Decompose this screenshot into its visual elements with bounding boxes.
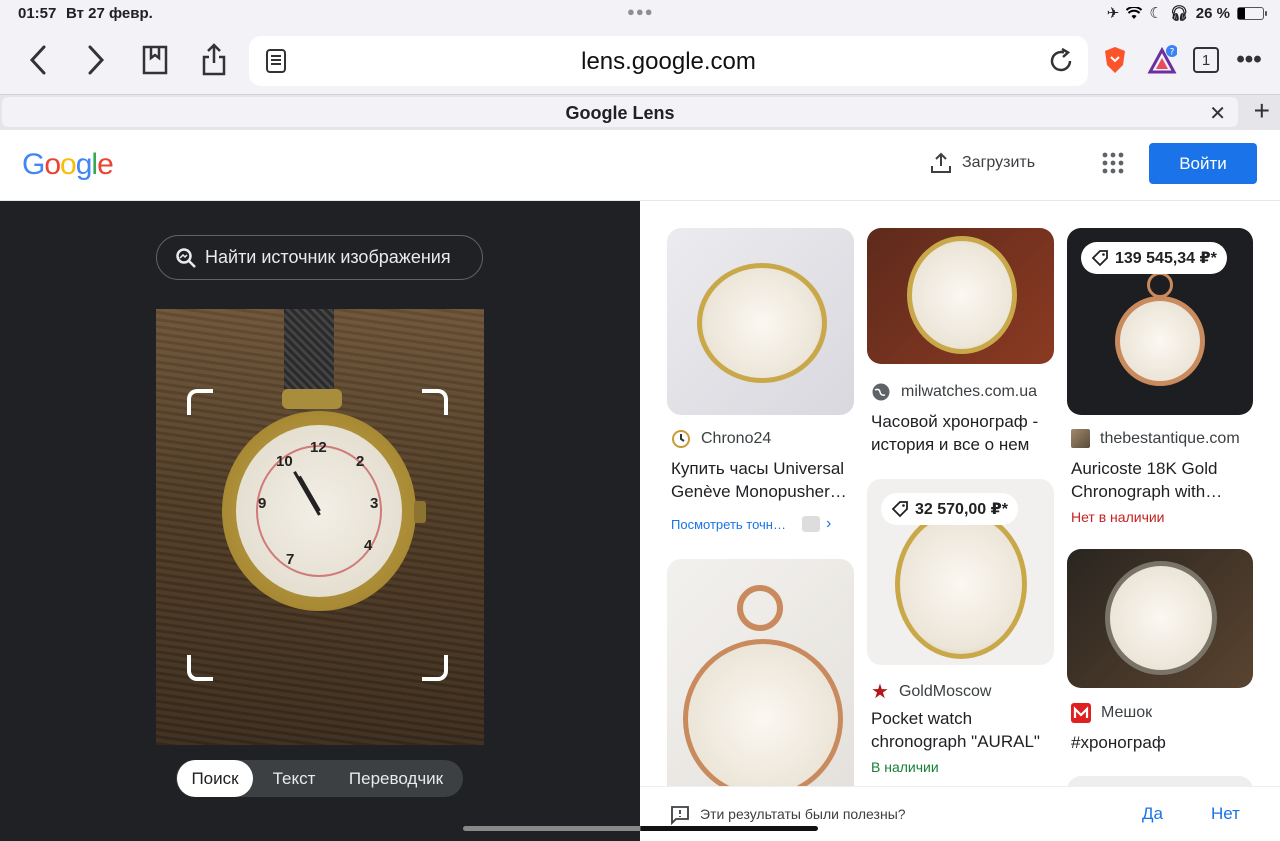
result-5-source-label: Мешок [1101, 704, 1153, 721]
result-3-price-badge: 139 545,34 ₽* [1081, 242, 1227, 274]
price-tag-icon [1091, 250, 1108, 267]
tab-bar: Google Lens ✕ + [0, 94, 1280, 130]
address-bar[interactable]: lens.google.com [249, 36, 1088, 86]
airplane-icon: ✈ [1106, 5, 1120, 22]
crop-handle-bottom-right[interactable] [422, 655, 448, 681]
result-3-price: 139 545,34 ₽* [1115, 250, 1217, 267]
multitasking-dots-icon[interactable]: ●●● [627, 4, 654, 19]
result-image-7[interactable] [1067, 776, 1253, 786]
reload-icon[interactable] [1048, 47, 1074, 79]
upload-icon [931, 152, 951, 173]
site-favicon-icon [1071, 429, 1090, 448]
result-3-stock-status: Нет в наличии [1071, 509, 1165, 525]
lens-mode-switcher: Поиск Текст Переводчик [176, 760, 463, 797]
result-4-source-label: GoldMoscow [898, 682, 992, 700]
result-image-4[interactable]: 32 570,00 ₽* [867, 479, 1054, 665]
result-image-1[interactable] [667, 228, 854, 415]
svg-text:?: ? [1170, 48, 1175, 58]
sign-in-button[interactable]: Войти [1149, 143, 1257, 184]
chevron-right-icon: › [825, 515, 832, 532]
crop-handle-top-left[interactable] [187, 389, 213, 415]
result-1-source[interactable]: Chrono24 [671, 429, 771, 449]
feedback-no-button[interactable]: Нет [1211, 804, 1240, 824]
home-indicator[interactable] [463, 826, 818, 831]
wifi-icon [1126, 6, 1143, 19]
google-logo[interactable]: Google [22, 148, 114, 182]
mode-text[interactable]: Текст [253, 760, 335, 797]
feedback-bar: Эти результаты были полезны? Да Нет [640, 786, 1280, 841]
visual-matches-panel: Chrono24 Купить часы Universal Genève Mo… [640, 201, 1280, 786]
result-4-stock-status: В наличии [871, 759, 939, 775]
globe-icon [872, 383, 890, 401]
result-1-link-label: Посмотреть точн… [671, 516, 786, 532]
bookmarks-icon[interactable] [137, 42, 173, 78]
result-4-title[interactable]: Pocket watch chronograph "AURAL" [871, 707, 1053, 753]
url-text: lens.google.com [581, 48, 756, 75]
moon-icon: ☾ [1149, 5, 1163, 22]
tab-google-lens[interactable]: Google Lens ✕ [2, 97, 1238, 127]
result-4-source[interactable]: ★ GoldMoscow [871, 679, 991, 704]
result-1-title[interactable]: Купить часы Universal Genève Monopusher… [671, 457, 853, 503]
watch-case: 12 10 2 9 3 4 7 [222, 411, 416, 611]
feedback-yes-button[interactable]: Да [1142, 804, 1163, 824]
result-5-title[interactable]: #хронограф [1071, 731, 1253, 754]
tabs-overview-button[interactable]: 1 [1188, 42, 1224, 78]
status-date: Вт 27 февр. [66, 5, 153, 22]
result-image-2[interactable] [867, 228, 1054, 364]
result-3-source[interactable]: thebestantique.com [1071, 429, 1240, 448]
result-1-source-label: Chrono24 [701, 430, 772, 447]
result-4-price: 32 570,00 ₽* [915, 501, 1008, 518]
new-tab-icon[interactable]: + [1254, 95, 1270, 127]
chrono24-icon [672, 430, 690, 448]
find-image-source-button[interactable]: Найти источник изображения [156, 235, 483, 280]
back-icon[interactable] [20, 42, 56, 78]
tab-title: Google Lens [565, 103, 675, 123]
result-2-source-label: milwatches.com.ua [901, 383, 1038, 400]
result-3-source-label: thebestantique.com [1100, 429, 1240, 447]
rewards-icon[interactable]: ? [1144, 42, 1180, 78]
watch-dial: 12 10 2 9 3 4 7 [236, 425, 402, 597]
more-icon[interactable]: ••• [1231, 42, 1267, 78]
price-tag-icon [891, 501, 908, 518]
share-icon[interactable] [196, 42, 232, 78]
crop-handle-top-right[interactable] [422, 389, 448, 415]
battery-percent: 26 % [1195, 4, 1230, 22]
result-image-6[interactable] [667, 559, 854, 786]
forward-icon[interactable] [78, 42, 114, 78]
result-2-title[interactable]: Часовой хронограф - история и все о нем [871, 410, 1053, 456]
apps-grid-icon[interactable] [1102, 152, 1124, 179]
upload-label: Загрузить [962, 154, 1036, 171]
brave-shield-icon[interactable] [1097, 42, 1133, 78]
browser-toolbar: lens.google.com ? 1 ••• [0, 28, 1280, 94]
meshok-logo-icon [1071, 703, 1091, 723]
result-4-price-badge: 32 570,00 ₽* [881, 493, 1018, 525]
status-time: 01:57 [18, 5, 57, 22]
star-icon: ★ [871, 681, 889, 703]
feedback-question: Эти результаты были полезны? [700, 806, 906, 822]
upload-button[interactable]: Загрузить [930, 152, 1035, 174]
battery-icon [1237, 6, 1267, 20]
watch-crown [414, 501, 426, 523]
result-image-5[interactable] [1067, 549, 1253, 688]
status-bar: 01:57 Вт 27 февр. ●●● ✈ ☾ 🎧︎ 26 % [0, 0, 1280, 28]
watch-strap [284, 309, 334, 389]
result-image-3[interactable]: 139 545,34 ₽* [1067, 228, 1253, 415]
headphones-icon: 🎧︎ [1169, 5, 1189, 22]
camera-thumb-icon [801, 516, 820, 532]
crop-handle-bottom-left[interactable] [187, 655, 213, 681]
tab-count: 1 [1193, 47, 1219, 73]
image-search-icon [176, 247, 196, 268]
result-1-see-precise-link[interactable]: Посмотреть точн… › [671, 515, 831, 533]
google-header: Google Загрузить Войти [0, 130, 1280, 201]
uploaded-watch-photo[interactable]: 12 10 2 9 3 4 7 [156, 309, 484, 745]
mode-search[interactable]: Поиск [177, 760, 253, 797]
result-2-source[interactable]: milwatches.com.ua [871, 382, 1037, 402]
mode-translate[interactable]: Переводчик [335, 760, 457, 797]
close-tab-icon[interactable]: ✕ [1209, 101, 1226, 126]
result-3-title[interactable]: Auricoste 18K Gold Chronograph with… [1071, 457, 1253, 503]
watch-lug [282, 389, 342, 409]
find-image-source-label: Найти источник изображения [205, 247, 451, 267]
lens-image-panel: Найти источник изображения 12 10 2 9 3 4… [0, 201, 640, 841]
result-5-source[interactable]: Мешок [1071, 703, 1152, 723]
